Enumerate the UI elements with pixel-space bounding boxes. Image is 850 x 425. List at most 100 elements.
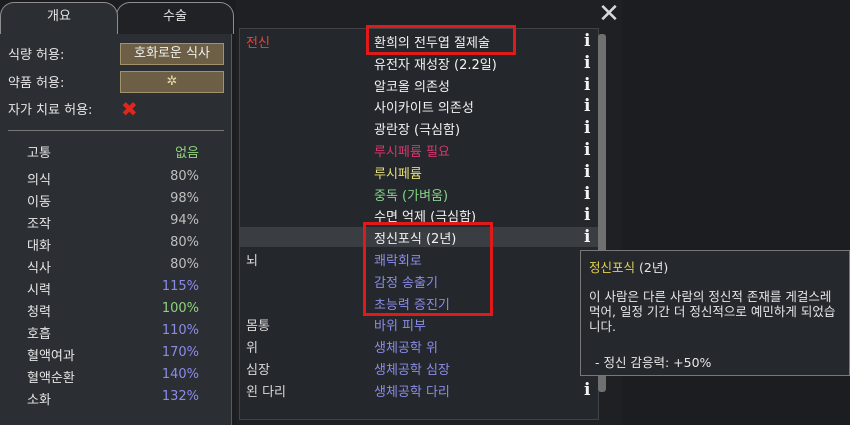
capacity-name: 시력	[27, 283, 51, 298]
capacity-row[interactable]: 이동 98%	[27, 191, 199, 211]
capacity-row[interactable]: 대화 80%	[27, 235, 199, 255]
hediff-row[interactable]: 생체공학 위i	[240, 336, 598, 356]
capacity-name: 호흡	[27, 327, 51, 342]
close-icon[interactable]: ✕	[596, 1, 622, 28]
info-icon[interactable]: i	[584, 53, 590, 73]
hediff-row[interactable]: 유전자 재성장 (2.2일) i	[240, 53, 598, 73]
info-icon[interactable]: i	[584, 184, 590, 204]
drug-policy-button[interactable]: ✲	[120, 71, 224, 93]
capacity-row[interactable]: 혈액여과 170%	[27, 345, 199, 365]
capacity-value: 110%	[161, 323, 199, 338]
hediff-name: 사이카이트 의존성	[374, 101, 474, 117]
hediff-name: 환희의 전두엽 절제술	[374, 36, 490, 51]
capacity-row[interactable]: 의식 80%	[27, 169, 199, 189]
capacity-row[interactable]: 소화 132%	[27, 389, 199, 409]
capacity-row[interactable]: 시력 115%	[27, 279, 199, 299]
info-icon[interactable]: i	[584, 227, 590, 247]
capacity-value: 94%	[170, 213, 199, 228]
capacity-value: 없음	[175, 146, 199, 161]
capacity-name: 이동	[27, 195, 51, 210]
hediff-row[interactable]: 사이카이트 의존성 i	[240, 96, 598, 116]
tab-operations[interactable]: 수술	[116, 2, 234, 34]
hediff-name: 알코올 의존성	[374, 79, 450, 95]
capacity-row[interactable]: 혈액순환 140%	[27, 367, 199, 387]
tab-overview[interactable]: 개요	[0, 2, 118, 34]
capacity-value: 100%	[161, 301, 199, 316]
info-icon[interactable]: i	[584, 205, 590, 225]
tooltip-body: 이 사람은 다른 사람의 정신적 존재를 게걸스레 먹어, 일정 기간 더 정신…	[589, 289, 836, 334]
capacity-row[interactable]: 호흡 110%	[27, 323, 199, 343]
body-part-label: 몸통	[246, 319, 270, 335]
hediff-name: 유전자 재성장 (2.2일)	[374, 57, 497, 73]
capacity-row[interactable]: 조작 94%	[27, 213, 199, 233]
hediff-row[interactable]: 초능력 증진기i	[240, 293, 598, 313]
hediff-row[interactable]: 광란장 (극심함) i	[240, 118, 598, 138]
info-icon[interactable]: i	[584, 140, 590, 160]
info-icon[interactable]: i	[584, 162, 590, 182]
body-part-label: 전신	[246, 36, 270, 51]
info-icon[interactable]: i	[584, 118, 590, 138]
capacity-name: 의식	[27, 173, 51, 188]
hediff-list: 환희의 전두엽 절제술 i 유전자 재성장 (2.2일) i 알코올 의존성 i 사이카이트…	[239, 28, 599, 420]
hediff-name: 바위 피부	[374, 319, 426, 335]
hediff-name: 쾌락회로	[374, 254, 422, 269]
body-part-label: 심장	[246, 363, 270, 378]
hediff-row[interactable]: 생체공학 다리 i	[240, 380, 598, 400]
capacity-name: 식사	[27, 261, 51, 276]
info-icon[interactable]: i	[584, 31, 590, 51]
capacity-row[interactable]: 청력 100%	[27, 301, 199, 321]
hediff-row[interactable]: 감정 송출기i	[240, 271, 598, 291]
tooltip-effect: - 정신 감응력: +50%	[595, 355, 712, 370]
capacity-value: 170%	[161, 345, 199, 360]
tooltip-title: 정신포식 (2년)	[589, 257, 668, 276]
info-icon[interactable]: i	[584, 96, 590, 116]
hediff-row[interactable]: 바위 피부i	[240, 314, 598, 334]
self-tend-checkbox-x-icon[interactable]: ✖	[121, 99, 138, 119]
hediff-name: 중독 (가벼움)	[374, 188, 449, 204]
health-list-panel: 환희의 전두엽 절제술 i 유전자 재성장 (2.2일) i 알코올 의존성 i 사이카이트…	[236, 0, 622, 425]
hediff-row[interactable]: 수면 억제 (극심함) i	[240, 205, 598, 225]
tooltip-title-name: 정신포식	[589, 260, 636, 275]
hediff-name: 루시페륨 필요	[374, 145, 450, 160]
body-part-label: 왼 다리	[246, 384, 287, 400]
hediff-name: 생체공학 위	[374, 341, 438, 357]
capacity-row[interactable]: 식사 80%	[27, 257, 199, 277]
hediff-row[interactable]: 알코올 의존성 i	[240, 75, 598, 95]
capacity-value: 140%	[161, 367, 199, 382]
info-icon[interactable]: i	[584, 75, 590, 95]
capacity-name: 대화	[27, 239, 51, 254]
hediff-name: 정신포식 (2년)	[374, 232, 457, 248]
tooltip-title-suffix: (2년)	[639, 260, 669, 275]
hediff-row[interactable]: 루시페륨 필요 i	[240, 140, 598, 160]
overview-panel: 식량 허용: 호화로운 식사 약품 허용: ✲ 자가 치료 허용: ✖ 고통 없음…	[0, 32, 232, 425]
hediff-tooltip: 정신포식 (2년) 이 사람은 다른 사람의 정신적 존재를 게걸스레 먹어, …	[580, 250, 850, 376]
tab-bar: 개요 수술	[0, 0, 235, 34]
hediff-row[interactable]: 환희의 전두엽 절제술 i	[240, 31, 598, 51]
hediff-name: 광란장 (극심함)	[374, 123, 461, 139]
hediff-name: 루시페륨	[374, 166, 422, 182]
capacity-value: 80%	[170, 235, 199, 250]
info-icon[interactable]: i	[584, 380, 590, 400]
capacity-name: 고통	[27, 146, 51, 161]
capacity-value: 132%	[161, 389, 199, 404]
hediff-name: 수면 억제 (극심함)	[374, 210, 477, 226]
hediff-row[interactable]: 루시페륨 i	[240, 162, 598, 182]
capacity-name: 혈액순환	[27, 371, 75, 386]
food-restriction-button[interactable]: 호화로운 식사	[120, 43, 224, 65]
capacity-name: 청력	[27, 305, 51, 320]
hediff-name: 초능력 증진기	[374, 297, 450, 313]
body-part-label: 위	[246, 341, 258, 357]
hediff-name: 감정 송출기	[374, 275, 438, 291]
capacity-name: 조작	[27, 217, 51, 232]
hediff-row[interactable]: 정신포식 (2년) i	[240, 227, 598, 248]
food-restriction-label: 식량 허용:	[8, 48, 65, 63]
drug-policy-icon: ✲	[166, 74, 178, 89]
drug-policy-label: 약품 허용:	[8, 76, 65, 91]
capacity-row[interactable]: 고통 없음	[27, 142, 199, 162]
capacity-value: 115%	[161, 279, 199, 294]
hediff-row[interactable]: 생체공학 심장i	[240, 358, 598, 378]
hediff-row[interactable]: 중독 (가벼움) i	[240, 184, 598, 204]
body-part-label: 뇌	[246, 254, 258, 269]
capacity-name: 혈액여과	[27, 349, 75, 364]
hediff-row[interactable]: 쾌락회로i	[240, 249, 598, 269]
